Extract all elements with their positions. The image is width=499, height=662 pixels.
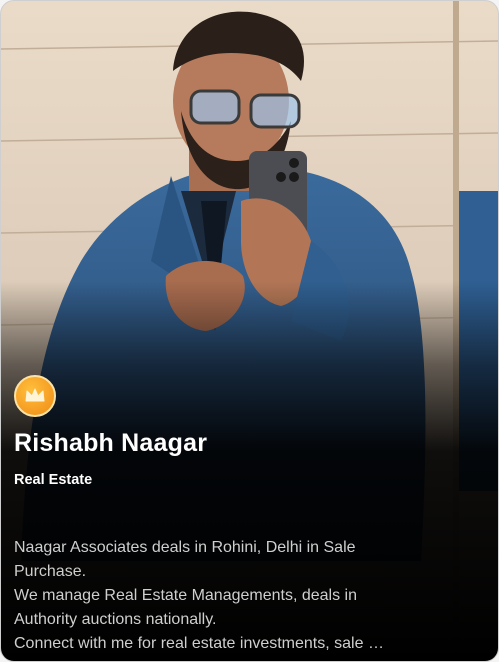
profile-category: Real Estate: [14, 472, 93, 488]
premium-badge: [14, 375, 56, 417]
profile-description: Naagar Associates deals in Rohini, Delhi…: [14, 536, 484, 656]
profile-name: Rishabh Naagar: [14, 429, 208, 457]
description-line: Authority auctions nationally.: [14, 611, 217, 628]
description-line: We manage Real Estate Managements, deals…: [14, 587, 358, 604]
description-line: Naagar Associates deals in Rohini, Delhi…: [14, 539, 356, 556]
profile-card[interactable]: Rishabh Naagar Real Estate Naagar Associ…: [0, 0, 499, 662]
description-line: Purchase.: [14, 563, 87, 580]
description-line: Connect with me for real estate investme…: [14, 635, 384, 652]
crown-icon: [25, 388, 45, 402]
